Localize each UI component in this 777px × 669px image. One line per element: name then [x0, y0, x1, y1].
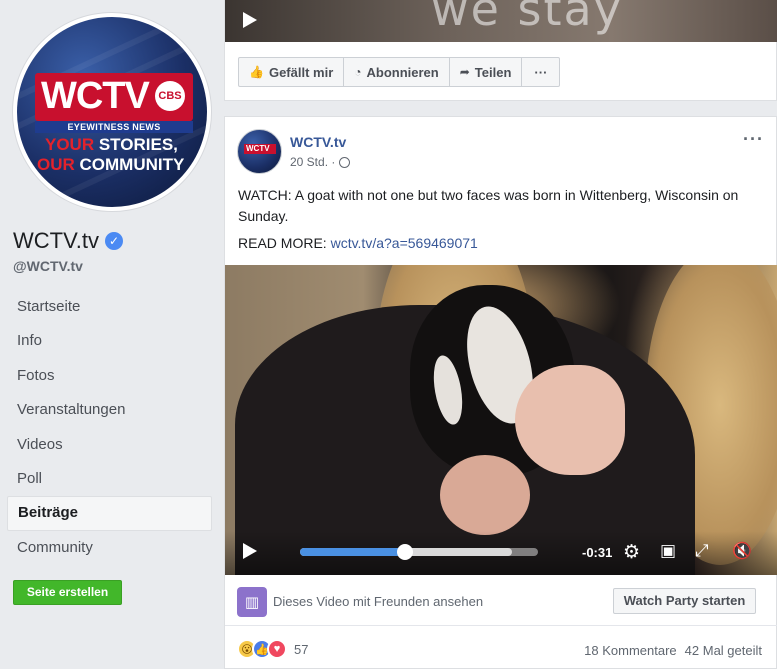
- nav-item-poll[interactable]: Poll: [7, 462, 212, 496]
- mute-icon[interactable]: 🔇: [732, 541, 752, 561]
- reactions-summary[interactable]: 😮 👍 ♥ 57: [237, 639, 308, 659]
- logo-tagline-2: OUR COMMUNITY: [37, 155, 185, 174]
- thumbs-up-icon: 👍: [249, 65, 264, 79]
- page-profile-picture[interactable]: WCTV CBS EYEWITNESS NEWS YOUR STORIES, O…: [13, 13, 211, 211]
- share-button[interactable]: ➦ Teilen: [450, 58, 523, 86]
- post-text: WATCH: A goat with not one but two faces…: [238, 187, 739, 224]
- post-video[interactable]: -0:31 ⚙ ▣ ⤢ 🔇: [225, 265, 777, 575]
- mini-logo: WCTV: [244, 144, 276, 154]
- create-page-button[interactable]: Seite erstellen: [13, 580, 122, 605]
- post-stats: 18 Kommentare 42 Mal geteilt: [584, 643, 762, 658]
- play-icon[interactable]: [243, 12, 257, 28]
- video-overlay-text: we stay: [431, 0, 623, 36]
- nav-item-videos[interactable]: Videos: [7, 428, 212, 462]
- shares-count[interactable]: 42 Mal geteilt: [685, 643, 762, 658]
- watch-party-text: Dieses Video mit Freunden ansehen: [273, 594, 484, 609]
- post-timestamp[interactable]: 20 Std. ·: [290, 155, 351, 169]
- love-reaction-icon: ♥: [267, 639, 287, 659]
- verified-badge-icon: ✓: [104, 232, 123, 250]
- video-controls: -0:31 ⚙ ▣ ⤢ 🔇: [225, 531, 777, 575]
- nav-item-fotos[interactable]: Fotos: [7, 359, 212, 393]
- post-author-name[interactable]: WCTV.tv: [290, 134, 346, 150]
- progress-handle[interactable]: [396, 544, 413, 560]
- like-page-button[interactable]: 👍 Gefällt mir: [239, 58, 345, 86]
- globe-icon: [339, 156, 351, 168]
- logo-tagline-1: YOUR STORIES,: [45, 135, 178, 154]
- rss-icon: ◔: [354, 65, 362, 79]
- page-nav: Startseite Info Fotos Veranstaltungen Vi…: [7, 290, 212, 565]
- comments-count[interactable]: 18 Kommentare: [584, 643, 677, 658]
- post-card: WCTV WCTV.tv 20 Std. · ··· WATCH: A goat…: [224, 116, 777, 669]
- more-options-button[interactable]: ···: [522, 58, 559, 86]
- settings-gear-icon[interactable]: ⚙: [623, 541, 640, 564]
- logo-brand-text: WCTV: [41, 75, 150, 117]
- share-arrow-icon: ➦: [459, 65, 470, 79]
- read-more-link[interactable]: wctv.tv/a?a=569469071: [331, 235, 478, 251]
- wctv-logo: WCTV CBS EYEWITNESS NEWS YOUR STORIES, O…: [17, 17, 207, 207]
- video-progress-bar[interactable]: [300, 544, 538, 560]
- start-watch-party-button[interactable]: Watch Party starten: [613, 588, 756, 614]
- picture-in-picture-icon[interactable]: ▣: [660, 541, 676, 561]
- video-time-remaining: -0:31: [582, 545, 613, 560]
- popcorn-icon: ▥: [237, 587, 267, 617]
- page-sidebar: WCTV CBS EYEWITNESS NEWS YOUR STORIES, O…: [0, 0, 224, 669]
- nav-item-startseite[interactable]: Startseite: [7, 290, 212, 324]
- logo-badge: WCTV CBS: [35, 73, 193, 121]
- page-handle[interactable]: @WCTV.tv: [13, 258, 83, 274]
- page-name-text: WCTV.tv: [13, 228, 99, 253]
- reaction-count[interactable]: 57: [294, 642, 308, 657]
- cbs-eye-icon: CBS: [155, 81, 185, 111]
- nav-item-veranstaltungen[interactable]: Veranstaltungen: [7, 393, 212, 427]
- logo-subtitle: EYEWITNESS NEWS: [35, 121, 193, 133]
- play-icon[interactable]: [243, 543, 257, 559]
- nav-item-beitraege[interactable]: Beiträge: [7, 496, 212, 531]
- page-name: WCTV.tv ✓: [13, 228, 123, 254]
- post-author-avatar[interactable]: WCTV: [237, 129, 282, 174]
- nav-item-info[interactable]: Info: [7, 324, 212, 358]
- fullscreen-icon[interactable]: ⤢: [695, 541, 709, 561]
- previous-post-card: we stay 👍 Gefällt mir ◔ Abonnieren ➦ Tei…: [224, 0, 777, 101]
- read-more-line: READ MORE: wctv.tv/a?a=569469071: [238, 235, 478, 251]
- page-actions-bar: 👍 Gefällt mir ◔ Abonnieren ➦ Teilen ···: [238, 57, 561, 87]
- nav-item-community[interactable]: Community: [7, 531, 212, 565]
- post-options-icon[interactable]: ···: [743, 129, 764, 150]
- subscribe-button[interactable]: ◔ Abonnieren: [344, 58, 450, 86]
- watch-party-bar: ▥ Dieses Video mit Freunden ansehen Watc…: [225, 576, 777, 626]
- previous-video[interactable]: we stay: [225, 0, 777, 42]
